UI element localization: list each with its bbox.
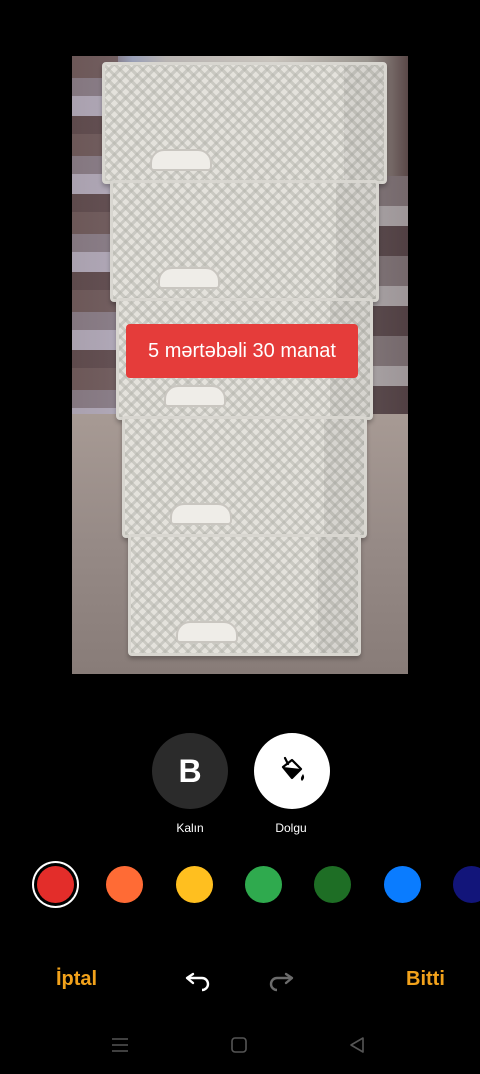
bold-label: Kalın	[176, 821, 204, 835]
color-swatch[interactable]	[244, 866, 282, 903]
bold-button[interactable]: B	[152, 733, 228, 809]
menu-icon	[112, 1038, 128, 1052]
home-square-icon	[231, 1037, 247, 1053]
color-swatch[interactable]	[314, 866, 352, 903]
drawer	[128, 534, 361, 656]
color-swatch[interactable]	[106, 866, 144, 903]
menu-button[interactable]	[105, 1030, 135, 1060]
drawer-handle	[150, 149, 212, 171]
back-button[interactable]	[342, 1030, 372, 1060]
undo-icon	[185, 972, 210, 992]
fill-label: Dolgu	[275, 821, 307, 835]
drawer-handle	[176, 621, 238, 643]
redo-icon	[269, 972, 294, 992]
drawer-handle	[164, 385, 226, 407]
color-swatch[interactable]	[175, 866, 213, 903]
done-button[interactable]: Bitti	[406, 968, 445, 991]
bold-glyph: B	[178, 752, 202, 789]
text-label[interactable]: 5 mərtəbəli 30 manat	[126, 324, 358, 378]
color-swatch[interactable]	[383, 866, 421, 903]
color-swatch[interactable]	[37, 866, 74, 903]
drawer-handle	[170, 503, 232, 525]
back-triangle-icon	[350, 1037, 364, 1053]
home-button[interactable]	[224, 1030, 254, 1060]
redo-button[interactable]	[264, 966, 298, 1000]
color-swatch[interactable]	[452, 866, 480, 903]
text-label-content: 5 mərtəbəli 30 manat	[148, 339, 336, 362]
drawer	[110, 180, 379, 302]
paint-bucket-icon	[281, 756, 305, 781]
undo-button[interactable]	[181, 966, 215, 1000]
drawer	[122, 416, 367, 538]
drawer	[102, 62, 387, 184]
fill-button[interactable]	[254, 733, 330, 809]
drawer-handle	[158, 267, 220, 289]
cancel-button[interactable]: İptal	[56, 968, 97, 991]
